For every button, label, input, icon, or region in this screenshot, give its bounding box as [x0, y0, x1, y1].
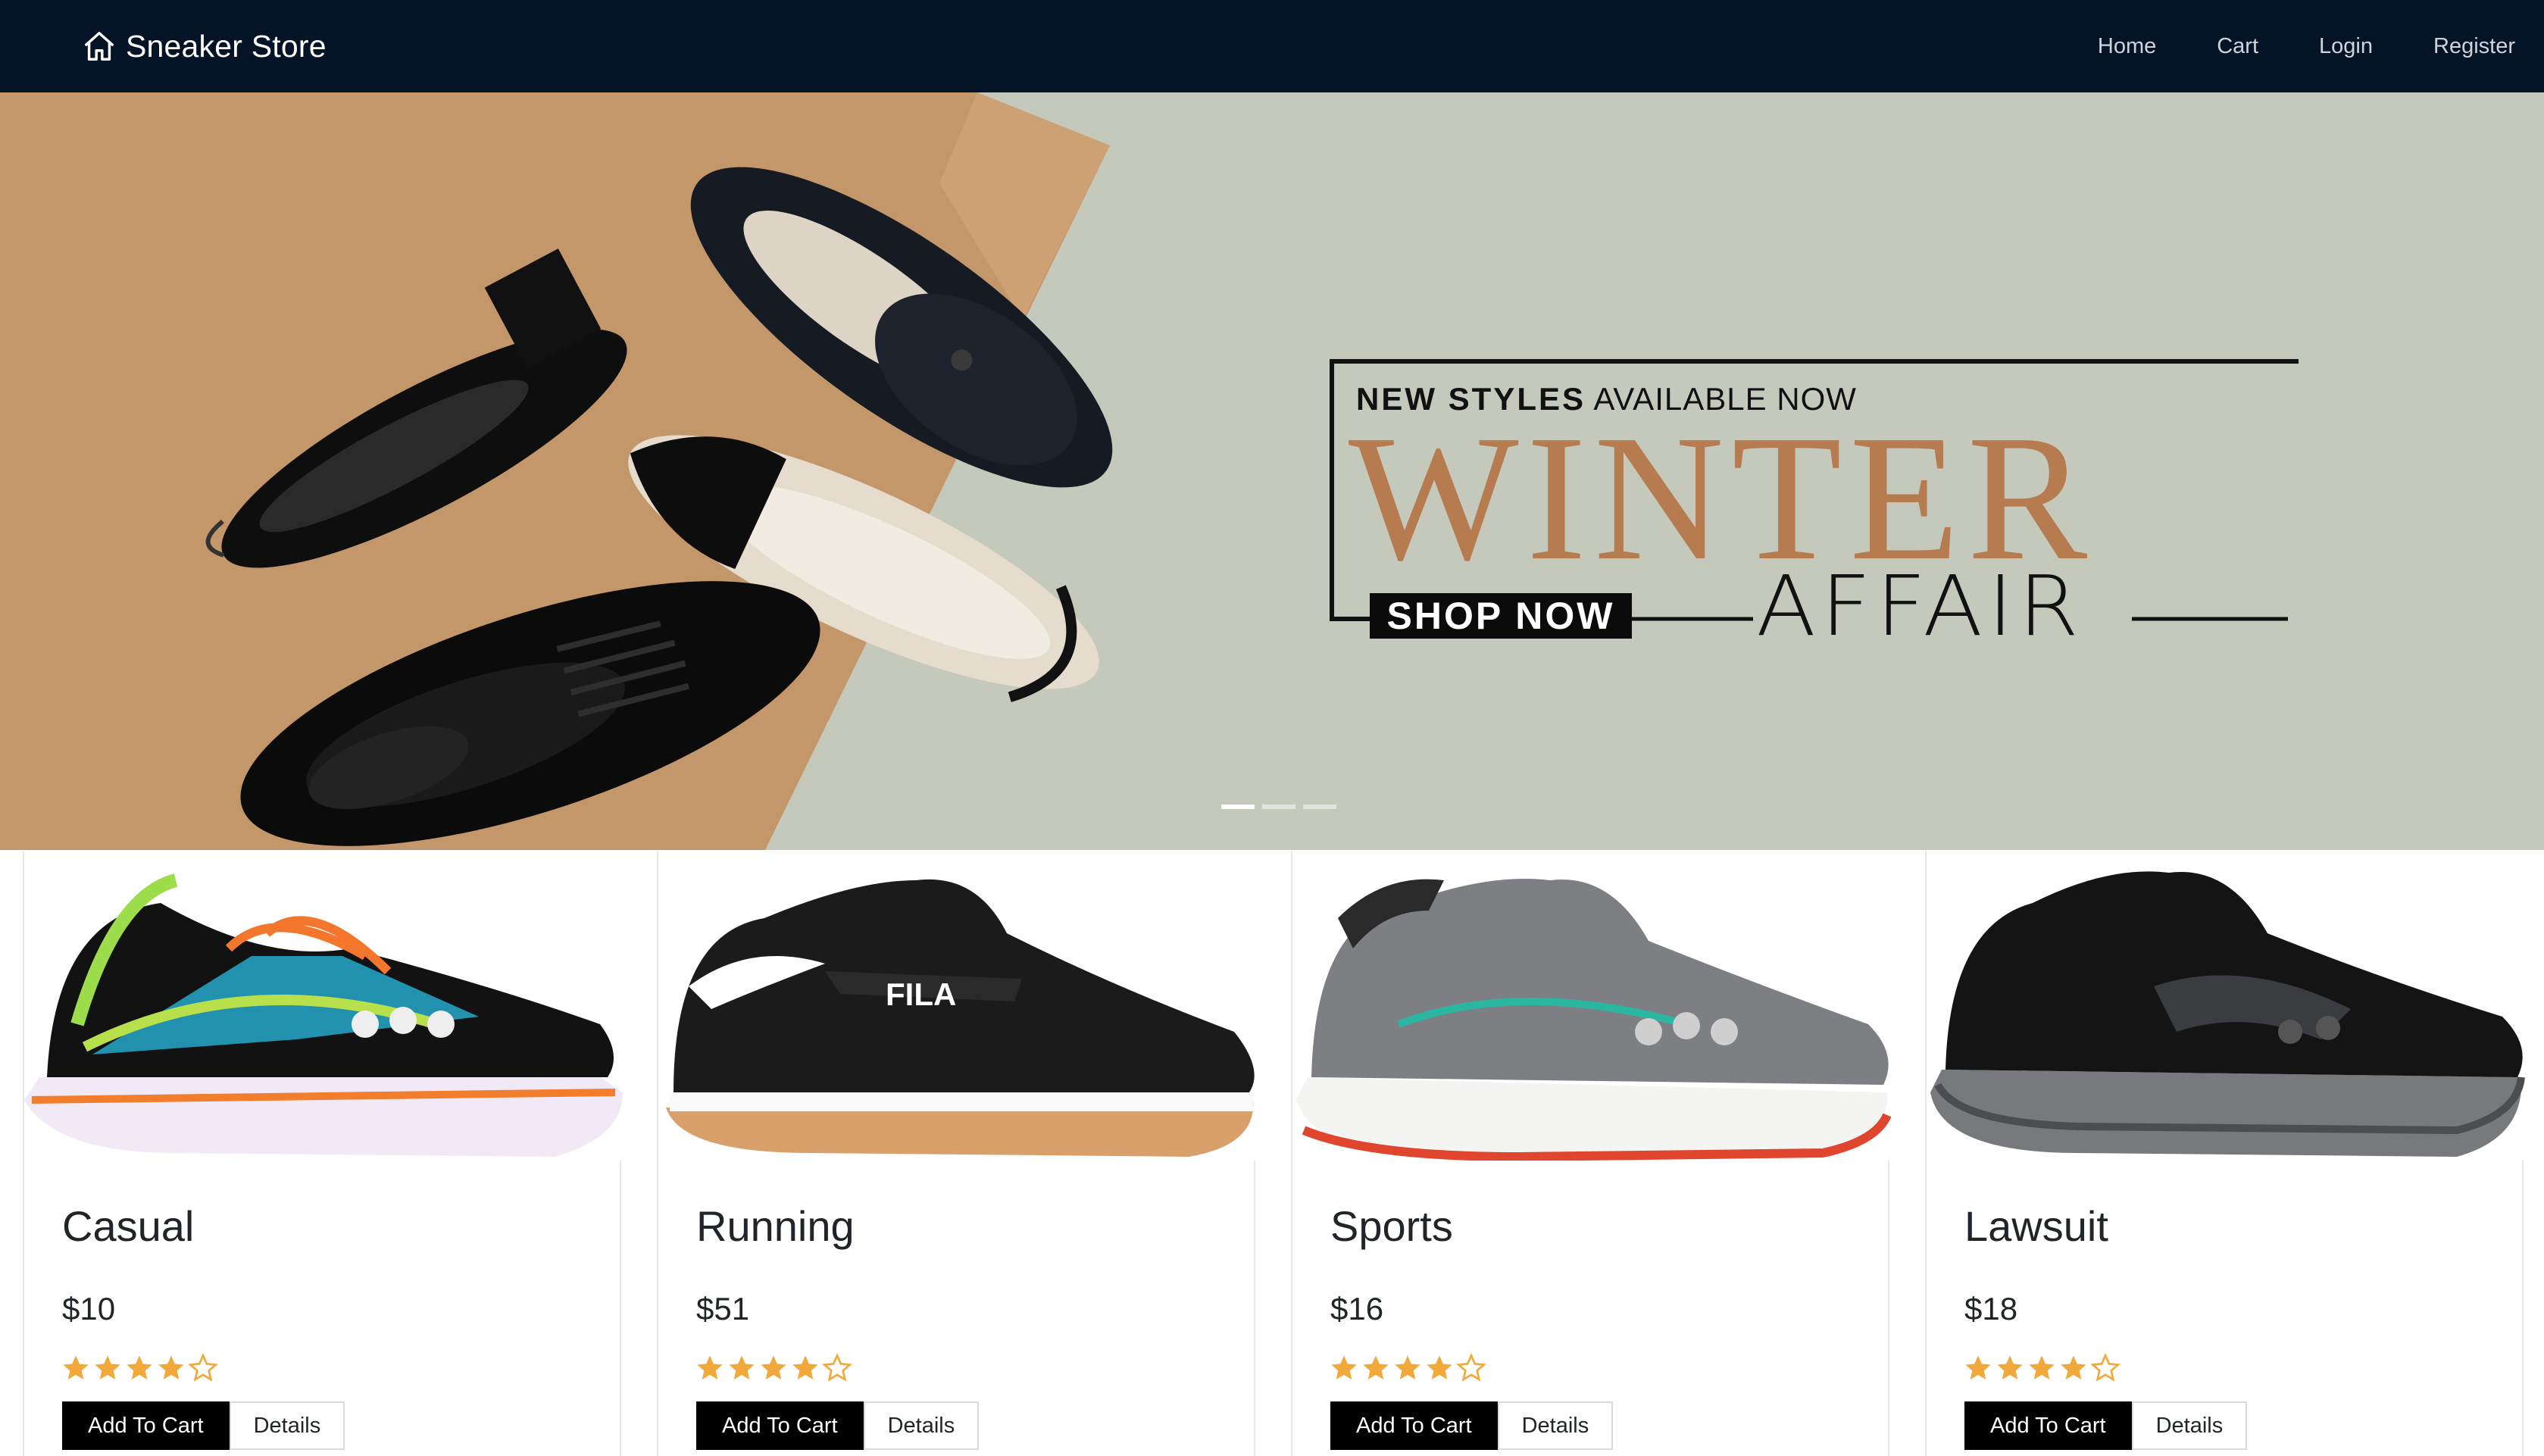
- svg-text:FILA: FILA: [886, 976, 956, 1012]
- product-title: Running: [696, 1202, 855, 1250]
- product-price: $18: [1964, 1291, 2018, 1326]
- product-price: $10: [62, 1291, 116, 1326]
- product-rating: [61, 1353, 218, 1383]
- carousel-indicator-3[interactable]: [1303, 805, 1336, 809]
- star-filled-icon: [2029, 1355, 2055, 1379]
- product-actions: Add To Cart Details: [62, 1401, 345, 1450]
- product-actions: Add To Cart Details: [696, 1401, 980, 1450]
- add-to-cart-button[interactable]: Add To Cart: [696, 1401, 864, 1450]
- nav-cart-link[interactable]: Cart: [2186, 0, 2289, 92]
- product-card-sports: Sports $16 Add To Cart Details: [1291, 850, 1891, 1456]
- navbar: Sneaker Store Home Cart Login Register: [0, 0, 2544, 92]
- star-filled-icon: [2061, 1355, 2086, 1379]
- star-filled-icon: [792, 1355, 818, 1379]
- star-filled-icon: [127, 1355, 152, 1379]
- product-price: $51: [696, 1291, 750, 1326]
- casual-sneaker-image: [24, 850, 623, 1161]
- star-empty-icon: [1456, 1353, 1486, 1382]
- carousel-indicators: [1221, 805, 1336, 809]
- details-button[interactable]: Details: [863, 1401, 980, 1450]
- product-card-casual: Casual $10 Add To Cart Details: [23, 850, 623, 1456]
- hero-carousel[interactable]: NEW STYLES AVAILABLE NOW WINTER AFFAIR S…: [0, 92, 2544, 850]
- star-empty-icon: [822, 1353, 852, 1382]
- nav-links: Home Cart Login Register: [2067, 0, 2515, 92]
- product-card-running: FILA Running $51 Add To Cart Details: [657, 850, 1257, 1456]
- sports-sneaker-image: [1292, 850, 1891, 1161]
- nav-register-link[interactable]: Register: [2403, 0, 2515, 92]
- star-filled-icon: [697, 1355, 723, 1379]
- product-price: $16: [1330, 1291, 1384, 1326]
- product-card-lawsuit: Lawsuit $18 Add To Cart Details: [1925, 850, 2525, 1456]
- brand-name: Sneaker Store: [126, 28, 327, 64]
- brand-link[interactable]: Sneaker Store: [82, 29, 327, 64]
- star-filled-icon: [1965, 1355, 1991, 1379]
- star-empty-icon: [2090, 1353, 2121, 1382]
- star-filled-icon: [1427, 1355, 1452, 1379]
- details-button[interactable]: Details: [1497, 1401, 1614, 1450]
- product-actions: Add To Cart Details: [1964, 1401, 2248, 1450]
- home-icon: [85, 32, 114, 61]
- product-title: Casual: [62, 1202, 195, 1250]
- add-to-cart-button[interactable]: Add To Cart: [1330, 1401, 1498, 1450]
- product-title: Sports: [1330, 1202, 1453, 1250]
- add-to-cart-button[interactable]: Add To Cart: [62, 1401, 230, 1450]
- product-title: Lawsuit: [1964, 1202, 2108, 1250]
- star-empty-icon: [188, 1353, 218, 1382]
- promo-title-second: AFFAIR: [1756, 558, 2084, 655]
- star-filled-icon: [63, 1355, 89, 1379]
- star-filled-icon: [761, 1355, 786, 1379]
- nav-home-link[interactable]: Home: [2067, 0, 2186, 92]
- product-rating: [695, 1353, 852, 1383]
- running-sneaker-image: FILA: [658, 850, 1257, 1161]
- add-to-cart-button[interactable]: Add To Cart: [1964, 1401, 2132, 1450]
- star-filled-icon: [1997, 1355, 2023, 1379]
- star-filled-icon: [1363, 1355, 1389, 1379]
- promo-banner: NEW STYLES AVAILABLE NOW WINTER AFFAIR S…: [1329, 359, 2299, 740]
- product-actions: Add To Cart Details: [1330, 1401, 1614, 1450]
- product-rating: [1963, 1353, 2121, 1383]
- nav-login-link[interactable]: Login: [2289, 0, 2403, 92]
- lawsuit-sneaker-image: [1927, 850, 2525, 1161]
- star-filled-icon: [1331, 1355, 1357, 1379]
- details-button[interactable]: Details: [2131, 1401, 2248, 1450]
- carousel-indicator-2[interactable]: [1262, 805, 1295, 809]
- shop-now-button[interactable]: SHOP NOW: [1370, 593, 1632, 639]
- star-filled-icon: [729, 1355, 755, 1379]
- star-filled-icon: [95, 1355, 120, 1379]
- carousel-indicator-1[interactable]: [1221, 805, 1255, 809]
- product-rating: [1329, 1353, 1486, 1383]
- product-grid: Casual $10 Add To Cart Details FILA Runn…: [0, 850, 2544, 1456]
- star-filled-icon: [158, 1355, 184, 1379]
- details-button[interactable]: Details: [229, 1401, 345, 1450]
- star-filled-icon: [1395, 1355, 1420, 1379]
